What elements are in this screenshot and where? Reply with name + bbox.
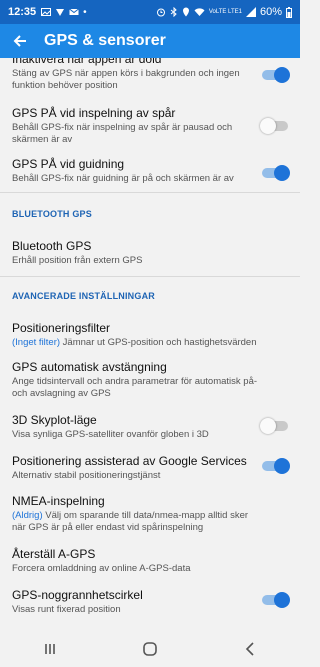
settings-list[interactable]: Inaktivera när appen är dold Stäng av GP… bbox=[0, 58, 300, 631]
setting-title: GPS automatisk avstängning bbox=[12, 360, 167, 374]
setting-title: Positionering assisterad av Google Servi… bbox=[12, 454, 247, 468]
divider bbox=[0, 276, 300, 277]
setting-gps-guide[interactable]: GPS PÅ vid guidning Behåll GPS-fix när g… bbox=[12, 157, 262, 185]
toggle-gps-track[interactable] bbox=[260, 118, 290, 134]
setting-title: GPS-noggrannhetscirkel bbox=[12, 588, 143, 602]
setting-subtitle: (Inget filter) Jämnar ut GPS-position oc… bbox=[12, 337, 257, 348]
setting-title: Inaktivera när appen är dold bbox=[12, 58, 162, 66]
nav-back-button[interactable] bbox=[230, 635, 270, 663]
mail-icon bbox=[69, 8, 79, 15]
home-icon bbox=[143, 642, 157, 656]
bluetooth-icon bbox=[170, 7, 177, 17]
setting-title: Bluetooth GPS bbox=[12, 239, 92, 253]
recents-button[interactable] bbox=[30, 635, 70, 663]
system-nav-bar bbox=[0, 631, 300, 667]
divider bbox=[0, 192, 300, 193]
setting-subtitle: Erhåll position från extern GPS bbox=[12, 255, 143, 266]
setting-hide-app[interactable]: Inaktivera när appen är dold Stäng av GP… bbox=[12, 58, 262, 92]
setting-bluetooth-gps[interactable]: Bluetooth GPS Erhåll position från exter… bbox=[12, 239, 262, 267]
status-time: 12:35 bbox=[8, 6, 37, 18]
toggle-accuracy-circle[interactable] bbox=[260, 592, 290, 608]
setting-title: GPS PÅ vid inspelning av spår bbox=[12, 106, 176, 120]
setting-subtitle: Behåll GPS-fix när inspelning av spår är… bbox=[12, 122, 233, 145]
setting-title: GPS PÅ vid guidning bbox=[12, 157, 125, 171]
image-icon bbox=[41, 8, 52, 16]
battery-percent: 60% bbox=[259, 6, 282, 18]
setting-google-services[interactable]: Positionering assisterad av Google Servi… bbox=[12, 454, 262, 482]
setting-subtitle: Alternativ stabil positioneringstjänst bbox=[12, 470, 161, 481]
arrow-left-icon bbox=[13, 35, 26, 47]
back-button[interactable] bbox=[0, 24, 40, 58]
setting-subtitle: (Aldrig) Välj om sparande till data/nmea… bbox=[12, 510, 249, 533]
recents-icon bbox=[45, 644, 55, 654]
setting-title: Positioneringsfilter bbox=[12, 321, 111, 335]
battery-icon bbox=[286, 6, 292, 18]
setting-subtitle: Ange tidsintervall och andra parametrar … bbox=[12, 376, 258, 399]
setting-skyplot[interactable]: 3D Skyplot-läge Visa synliga GPS-satelli… bbox=[12, 413, 262, 441]
setting-position-filter[interactable]: Positioneringsfilter (Inget filter) Jämn… bbox=[12, 321, 262, 349]
setting-accuracy-circle[interactable]: GPS-noggrannhetscirkel Visas runt fixera… bbox=[12, 588, 262, 616]
home-button[interactable] bbox=[130, 635, 170, 663]
section-header-advanced: AVANCERADE INSTÄLLNINGAR bbox=[12, 291, 155, 301]
setting-value: (Aldrig) bbox=[12, 510, 43, 521]
setting-subtitle: Stäng av GPS när appen körs i bakgrunden… bbox=[12, 68, 240, 91]
setting-nmea[interactable]: NMEA-inspelning (Aldrig) Välj om sparand… bbox=[12, 494, 262, 534]
setting-value: (Inget filter) bbox=[12, 337, 61, 348]
app-bar: GPS & sensorer bbox=[0, 24, 300, 58]
setting-title: NMEA-inspelning bbox=[12, 494, 105, 508]
setting-gps-track[interactable]: GPS PÅ vid inspelning av spår Behåll GPS… bbox=[12, 106, 262, 146]
page-title: GPS & sensorer bbox=[44, 32, 166, 49]
location-icon bbox=[182, 7, 189, 17]
setting-subtitle: Visas runt fixerad position bbox=[12, 604, 121, 615]
alarm-icon bbox=[156, 8, 165, 17]
setting-subtitle: Visa synliga GPS-satelliter ovanför glob… bbox=[12, 429, 209, 440]
wifi-icon bbox=[194, 8, 205, 16]
setting-auto-off[interactable]: GPS automatisk avstängning Ange tidsinte… bbox=[12, 360, 262, 400]
dot-icon: • bbox=[83, 6, 87, 18]
gps-icon bbox=[56, 9, 65, 16]
network-label: VoLTE LTE1 bbox=[208, 9, 242, 15]
toggle-google-services[interactable] bbox=[260, 458, 290, 474]
setting-subtitle: Behåll GPS-fix när guidning är på och sk… bbox=[12, 173, 234, 184]
setting-reset-agps[interactable]: Återställ A-GPS Forcera omladdning av on… bbox=[12, 547, 262, 575]
setting-subtitle: Forcera omladdning av online A-GPS-data bbox=[12, 563, 191, 574]
signal-icon bbox=[245, 7, 256, 17]
setting-title: 3D Skyplot-läge bbox=[12, 413, 97, 427]
setting-title: Återställ A-GPS bbox=[12, 547, 96, 561]
status-bar: 12:35 • VoLTE LTE1 60% bbox=[0, 0, 300, 24]
toggle-skyplot[interactable] bbox=[260, 418, 290, 434]
back-icon bbox=[245, 642, 254, 656]
toggle-gps-guide[interactable] bbox=[260, 165, 290, 181]
section-header-bluetooth: BLUETOOTH GPS bbox=[12, 209, 92, 219]
toggle-hide-app[interactable] bbox=[260, 67, 290, 83]
